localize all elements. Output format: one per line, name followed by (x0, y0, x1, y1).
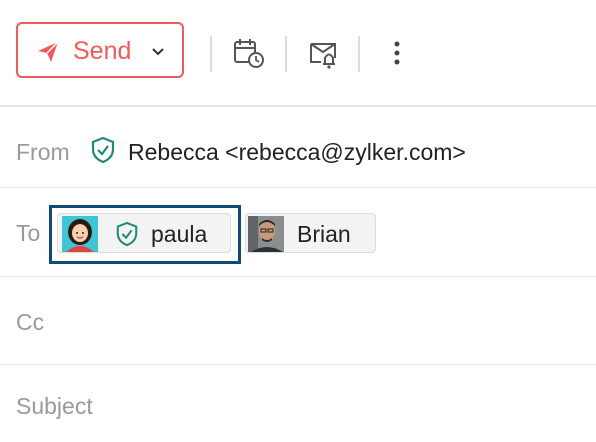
send-label: Send (73, 37, 132, 65)
recipient-chip-paula[interactable]: paula (57, 213, 231, 253)
toolbar-divider (285, 36, 287, 72)
chevron-down-icon[interactable] (150, 44, 166, 60)
from-label: From (16, 139, 70, 165)
toolbar-divider (210, 36, 212, 72)
paper-plane-icon (38, 41, 59, 62)
to-label: To (16, 220, 41, 246)
schedule-send-icon[interactable] (232, 36, 266, 70)
compose-toolbar: Send (0, 0, 596, 107)
send-button[interactable]: Send (16, 22, 184, 78)
verified-shield-icon (116, 221, 138, 247)
reminder-icon[interactable] (307, 36, 341, 70)
avatar (62, 216, 98, 252)
verified-shield-icon (91, 136, 115, 164)
cc-row[interactable] (0, 277, 596, 365)
subject-label: Subject (16, 393, 93, 419)
recipient-name: Brian (297, 221, 351, 247)
from-address[interactable]: Rebecca <rebecca@zylker.com> (128, 139, 466, 166)
avatar (248, 216, 284, 252)
more-options-icon[interactable] (380, 36, 414, 70)
toolbar-divider (358, 36, 360, 72)
cc-label: Cc (16, 309, 45, 335)
recipient-chip-brian[interactable]: Brian (245, 213, 376, 253)
recipient-name: paula (151, 221, 208, 247)
